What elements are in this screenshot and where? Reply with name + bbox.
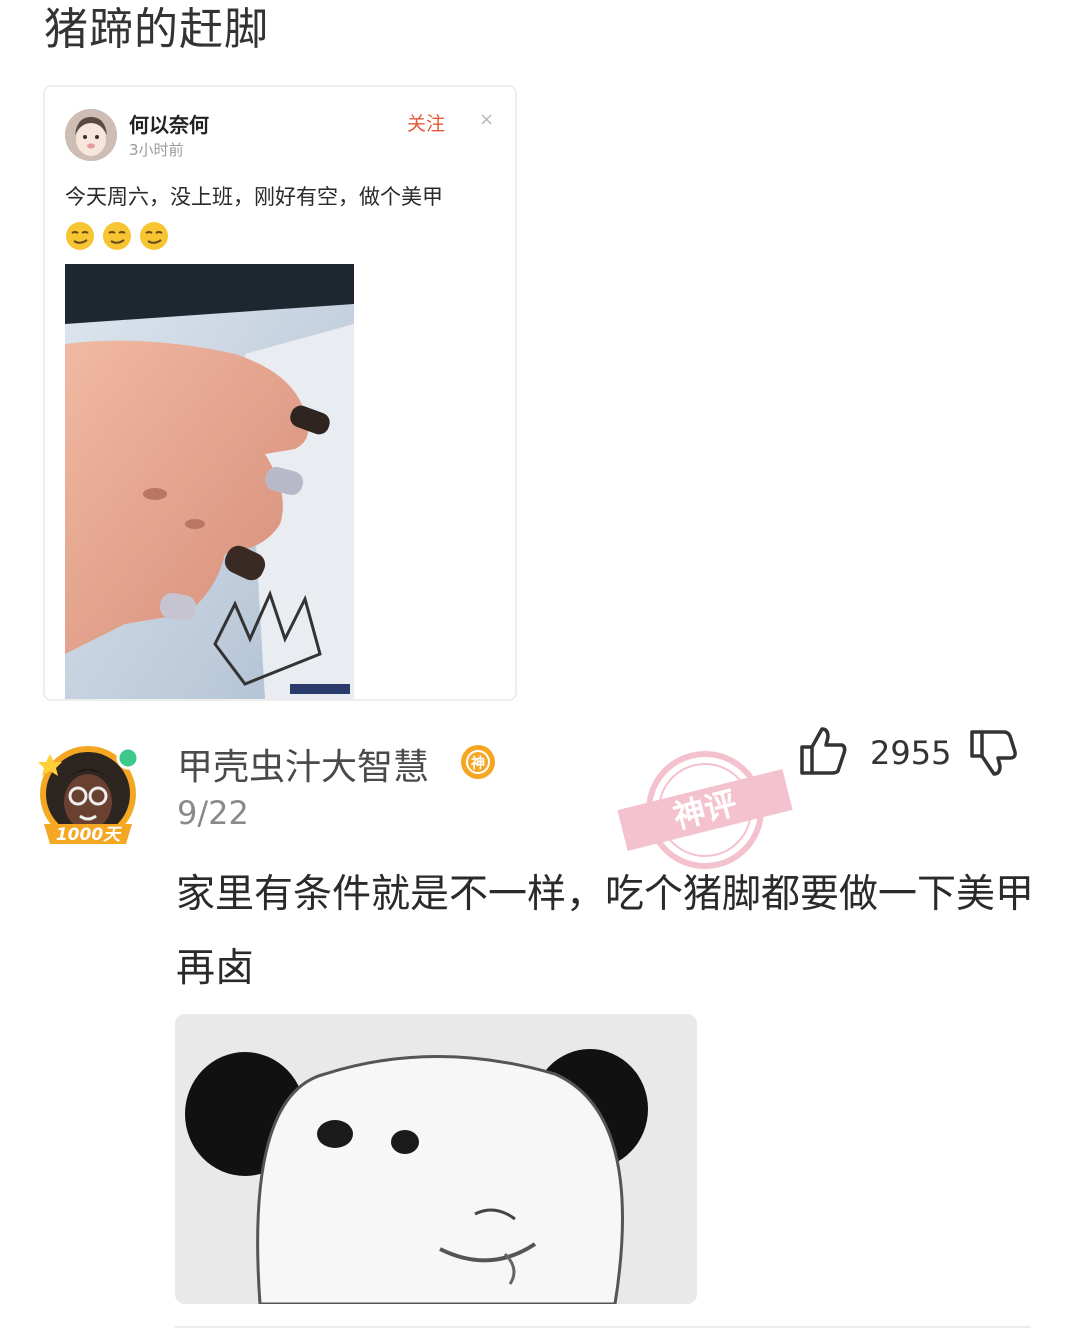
like-thumbs-up-icon[interactable] — [798, 725, 848, 777]
dislike-thumbs-down-icon[interactable] — [968, 728, 1018, 778]
emoji-row — [65, 221, 171, 251]
avatar[interactable] — [65, 109, 117, 161]
divider — [175, 1326, 1031, 1328]
close-icon[interactable]: × — [479, 109, 494, 130]
post-title: 猪蹄的赶脚 — [44, 4, 269, 55]
manicure-photo[interactable] — [65, 264, 354, 699]
avatar-days-badge: 1000天 — [56, 825, 122, 845]
smirk-face-emoji-icon — [103, 222, 132, 250]
follow-button[interactable]: 关注 — [407, 109, 445, 136]
like-count: 2955 — [870, 734, 952, 772]
comment-text: 家里有条件就是不一样，吃个猪脚都要做一下美甲再卤 — [176, 872, 1035, 991]
god-badge-label: 神 — [471, 755, 485, 772]
smirk-face-emoji-icon — [66, 222, 94, 250]
commenter-avatar[interactable]: 1000天 — [30, 740, 146, 856]
quoted-post-text: 今天周六，没上班，刚好有空，做个美甲 — [65, 185, 443, 209]
quoted-timestamp: 3小时前 — [129, 141, 184, 159]
commenter-username[interactable]: 甲壳虫汁大智慧 — [177, 738, 429, 790]
comment-date: 9/22 — [177, 794, 249, 832]
quoted-post-card[interactable]: 何以奈何 3小时前 关注 × 今天周六，没上班，刚好有空，做个美甲 — [43, 85, 517, 701]
stamp-label: 神评 — [669, 784, 740, 836]
god-comment-badge-icon: 神 — [459, 743, 497, 781]
panda-meme-image[interactable] — [175, 1014, 697, 1304]
smirk-face-emoji-icon — [140, 222, 169, 250]
quoted-username[interactable]: 何以奈何 — [129, 109, 209, 138]
